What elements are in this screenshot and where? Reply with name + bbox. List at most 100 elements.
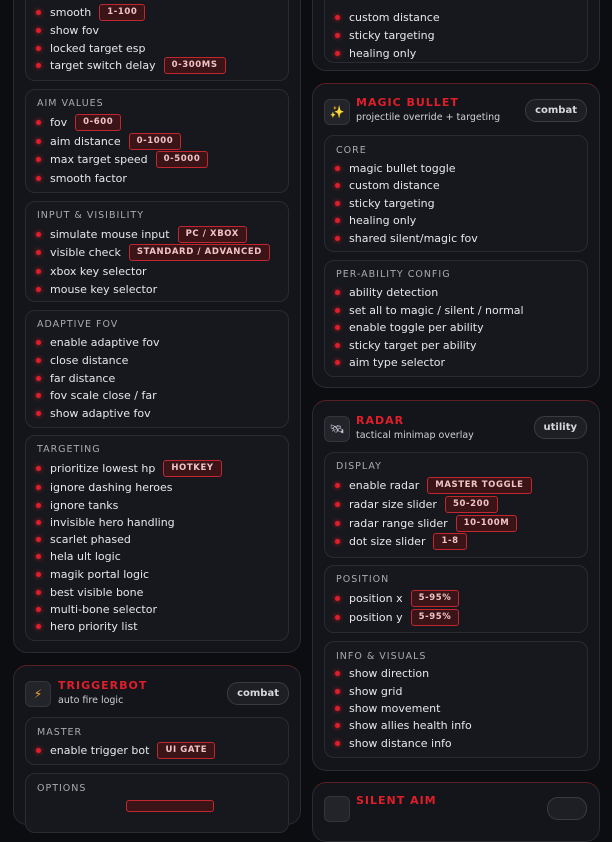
- option-aim-distance[interactable]: aim distance 0-1000: [36, 132, 182, 150]
- option-smooth-factor[interactable]: smooth factor: [36, 169, 127, 187]
- option-label: visible check: [50, 245, 121, 259]
- option-label: healing only: [349, 213, 417, 227]
- option-show-fov[interactable]: show fov: [36, 21, 99, 39]
- option-radar-size-slider[interactable]: radar size slider 50-200: [335, 495, 498, 513]
- bullet-dot: [36, 27, 41, 33]
- option-enable-radar[interactable]: enable radar MASTER TOGGLE: [335, 476, 532, 494]
- option-hela-ult-logic[interactable]: hela ult logic: [36, 547, 121, 565]
- bullet-dot: [335, 538, 340, 544]
- category-tag[interactable]: [547, 797, 587, 820]
- option-sticky-targeting[interactable]: sticky targeting: [335, 194, 435, 212]
- option-max-target-speed[interactable]: max target speed 0-5000: [36, 150, 209, 168]
- bullet-dot: [335, 520, 340, 526]
- option-label: radar range slider: [349, 516, 448, 530]
- card-title: MAGIC BULLET: [356, 96, 459, 109]
- option-radar-range-slider[interactable]: radar range slider 10-100M: [335, 514, 518, 532]
- option-fov[interactable]: fov 0-600: [36, 113, 122, 131]
- option-ignore-dashing-heroes[interactable]: ignore dashing heroes: [36, 478, 172, 496]
- option-mouse-key-selector[interactable]: mouse key selector: [36, 280, 157, 298]
- radar-card: 🛰 RADAR tactical minimap overlay utility…: [312, 400, 600, 771]
- option-target-switch-delay[interactable]: target switch delay 0-300MS: [36, 56, 226, 74]
- option-far-distance[interactable]: far distance: [36, 369, 115, 387]
- bullet-dot: [36, 45, 41, 51]
- option-close-distance[interactable]: close distance: [36, 351, 128, 369]
- input-visibility-section: INPUT & VISIBILITY simulate mouse input P…: [25, 201, 289, 302]
- bullet-dot: [36, 357, 41, 363]
- option-sticky-target-per-ability[interactable]: sticky target per ability: [335, 336, 477, 354]
- option-label: hela ult logic: [50, 549, 121, 563]
- option-healing-only[interactable]: healing only: [335, 44, 416, 62]
- option-fov-scale[interactable]: fov scale close / far: [36, 386, 157, 404]
- option-ignore-tanks[interactable]: ignore tanks: [36, 496, 118, 514]
- category-tag[interactable]: combat: [227, 682, 289, 705]
- option-hero-priority-list[interactable]: hero priority list: [36, 617, 138, 635]
- position-section: POSITION position x 5-95% position y 5-95%: [324, 565, 588, 633]
- toggle-badge: MASTER TOGGLE: [427, 476, 532, 494]
- bullet-dot: [335, 217, 340, 223]
- option-shared-fov[interactable]: shared silent/magic fov: [335, 229, 478, 247]
- aim-core-section: smooth 1-100 show fov locked target esp t…: [25, 0, 289, 81]
- option-magik-portal-logic[interactable]: magik portal logic: [36, 565, 149, 583]
- option-healing-only[interactable]: healing only: [335, 211, 416, 229]
- option-enable-trigger-bot[interactable]: enable trigger bot UI GATE: [36, 741, 216, 759]
- option-locked-target-esp[interactable]: locked target esp: [36, 39, 145, 57]
- option-enable-adaptive-fov[interactable]: enable adaptive fov: [36, 333, 159, 351]
- bullet-dot: [335, 595, 340, 601]
- bullet-dot: [36, 268, 41, 274]
- option-label: enable toggle per ability: [349, 320, 484, 334]
- option-enable-toggle-per-ability[interactable]: enable toggle per ability: [335, 318, 484, 336]
- option-ability-detection[interactable]: ability detection: [335, 283, 438, 301]
- option-simulate-mouse-input[interactable]: simulate mouse input PC / XBOX: [36, 225, 247, 243]
- option-show-distance-info[interactable]: show distance info: [335, 734, 452, 752]
- option-show-allies-health[interactable]: show allies health info: [335, 716, 472, 734]
- option-label: scarlet phased: [50, 532, 131, 546]
- option-invisible-hero-handling[interactable]: invisible hero handling: [36, 513, 175, 531]
- option-show-grid[interactable]: show grid: [335, 682, 402, 700]
- option-label: show distance info: [349, 736, 452, 750]
- option-label: sticky target per ability: [349, 338, 477, 352]
- option-aim-type-selector[interactable]: aim type selector: [335, 353, 445, 371]
- adaptive-fov-section: ADAPTIVE FOV enable adaptive fov close d…: [25, 310, 289, 428]
- category-tag[interactable]: combat: [525, 99, 587, 122]
- option-show-movement[interactable]: show movement: [335, 699, 440, 717]
- option-position-x[interactable]: position x 5-95%: [335, 589, 460, 607]
- option-set-all[interactable]: set all to magic / silent / normal: [335, 301, 524, 319]
- option-label: magic bullet toggle: [349, 161, 456, 175]
- option-magic-bullet-toggle[interactable]: magic bullet toggle: [335, 159, 456, 177]
- option-smooth[interactable]: smooth 1-100: [36, 3, 146, 21]
- option-xbox-key-selector[interactable]: xbox key selector: [36, 262, 147, 280]
- bullet-dot: [36, 175, 41, 181]
- range-badge: 10-100M: [455, 514, 518, 532]
- option-label: position y: [349, 610, 403, 624]
- category-tag[interactable]: utility: [533, 416, 587, 439]
- section-title: CORE: [336, 145, 367, 156]
- option-multi-bone-selector[interactable]: multi-bone selector: [36, 600, 157, 618]
- targeting-section: TARGETING prioritize lowest hp HOTKEY ign…: [25, 435, 289, 641]
- option-prioritize-lowest-hp[interactable]: prioritize lowest hp HOTKEY: [36, 459, 222, 477]
- option-label: enable adaptive fov: [50, 335, 160, 349]
- option-label: custom distance: [349, 10, 440, 24]
- option-label: magik portal logic: [50, 567, 150, 581]
- bullet-dot: [36, 392, 41, 398]
- option-label: show direction: [349, 666, 430, 680]
- option-show-direction[interactable]: show direction: [335, 664, 429, 682]
- bullet-dot: [335, 670, 340, 676]
- option-position-y[interactable]: position y 5-95%: [335, 608, 460, 626]
- option-sticky-targeting[interactable]: sticky targeting: [335, 26, 435, 44]
- option-custom-distance[interactable]: custom distance: [335, 8, 440, 26]
- bullet-dot: [36, 623, 41, 629]
- bullet-dot: [335, 482, 340, 488]
- mode-badge: STANDARD / ADVANCED: [128, 243, 270, 261]
- card-title: SILENT AIM: [356, 794, 437, 807]
- option-show-adaptive-fov[interactable]: show adaptive fov: [36, 404, 151, 422]
- option-best-visible-bone[interactable]: best visible bone: [36, 583, 143, 601]
- gate-badge: UI GATE: [157, 741, 216, 759]
- option-custom-distance[interactable]: custom distance: [335, 176, 440, 194]
- bullet-dot: [335, 740, 340, 746]
- option-dot-size-slider[interactable]: dot size slider 1-8: [335, 532, 467, 550]
- option-scarlet-phased[interactable]: scarlet phased: [36, 530, 131, 548]
- bullet-dot: [335, 289, 340, 295]
- section-title: OPTIONS: [37, 783, 87, 794]
- option-visible-check[interactable]: visible check STANDARD / ADVANCED: [36, 243, 270, 261]
- bullet-dot: [335, 342, 340, 348]
